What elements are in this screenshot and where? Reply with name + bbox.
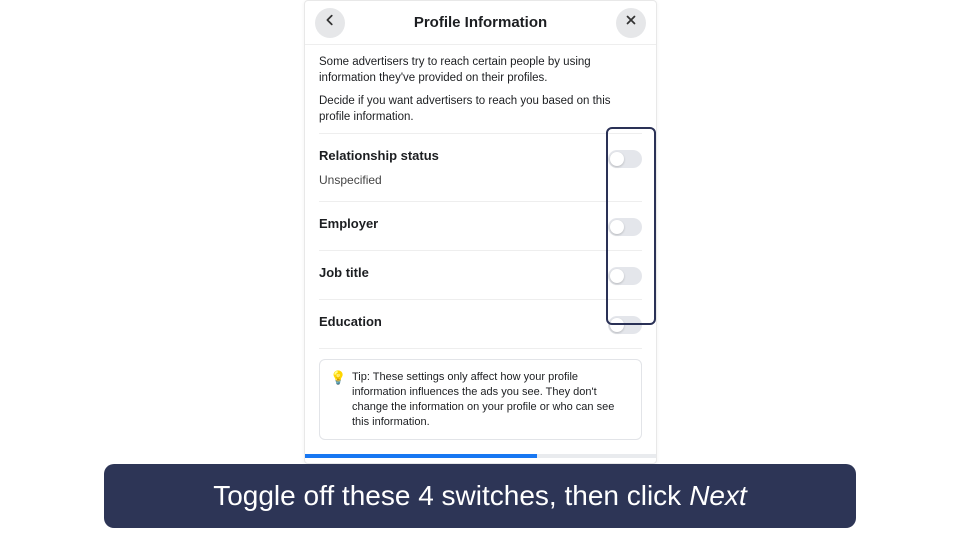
section-relationship-status: Relationship status Unspecified — [319, 133, 642, 201]
toggle-employer[interactable] — [608, 218, 642, 236]
dialog-body: Some advertisers try to reach certain pe… — [305, 45, 656, 349]
toggle-relationship-status[interactable] — [608, 150, 642, 168]
instruction-banner: Toggle off these 4 switches, then click … — [104, 464, 856, 528]
tip-text: Tip: These settings only affect how your… — [352, 370, 631, 429]
instruction-action: Next — [689, 480, 747, 512]
arrow-left-icon — [323, 13, 337, 32]
toggle-education[interactable] — [608, 316, 642, 334]
close-button[interactable] — [616, 8, 646, 38]
section-employer: Employer — [319, 201, 642, 250]
lightbulb-icon: 💡 — [330, 371, 344, 429]
profile-info-dialog: Profile Information Some advertisers try… — [304, 0, 657, 464]
instruction-text: Toggle off these 4 switches, then click — [213, 480, 681, 512]
section-label: Employer — [319, 216, 378, 231]
section-label: Job title — [319, 265, 369, 280]
section-sub: Unspecified — [319, 173, 439, 187]
dialog-header: Profile Information — [305, 1, 656, 45]
intro-paragraph-1: Some advertisers try to reach certain pe… — [319, 55, 642, 86]
section-education: Education — [319, 299, 642, 349]
toggle-job-title[interactable] — [608, 267, 642, 285]
progress-bar — [305, 454, 656, 458]
progress-fill — [305, 454, 537, 458]
section-job-title: Job title — [319, 250, 642, 299]
close-icon — [624, 13, 638, 32]
intro-paragraph-2: Decide if you want advertisers to reach … — [319, 94, 642, 125]
section-label: Education — [319, 314, 382, 329]
section-label: Relationship status — [319, 148, 439, 163]
tip-box: 💡 Tip: These settings only affect how yo… — [319, 359, 642, 440]
back-button[interactable] — [315, 8, 345, 38]
dialog-title: Profile Information — [414, 14, 547, 31]
